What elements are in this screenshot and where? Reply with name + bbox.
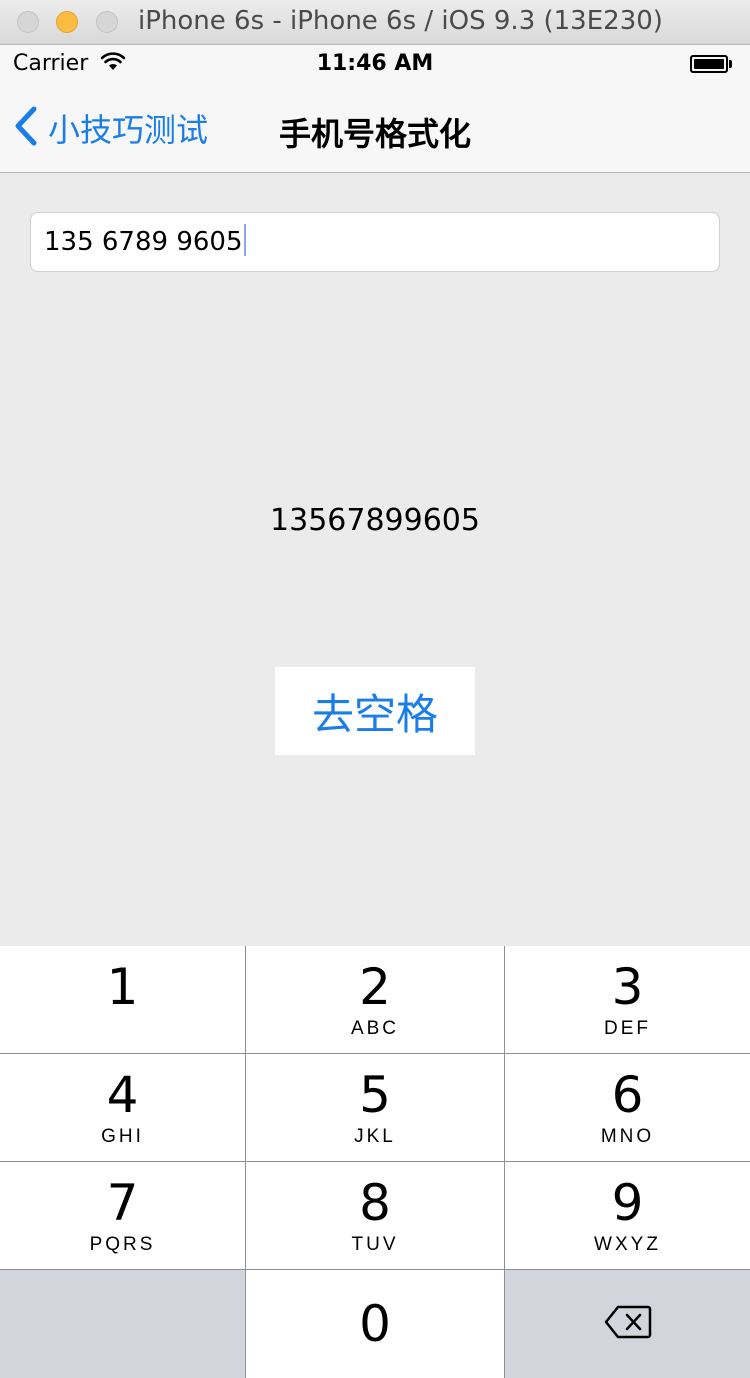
status-bar: Carrier 11:46 AM <box>0 45 750 85</box>
phone-number-field[interactable]: 135 6789 9605 <box>30 212 720 272</box>
key-digit: 0 <box>359 1295 391 1353</box>
number-keypad: 1 2 ABC 3 DEF 4 GHI 5 JKL 6 MNO 7 PQRS 8… <box>0 946 750 1378</box>
key-digit: 3 <box>611 958 644 1016</box>
key-digit: 6 <box>611 1066 644 1124</box>
remove-spaces-button[interactable]: 去空格 <box>275 667 475 755</box>
battery-icon <box>690 55 734 73</box>
window-zoom-button[interactable] <box>96 11 118 33</box>
key-digit: 1 <box>106 958 139 1016</box>
key-digit: 7 <box>106 1174 139 1232</box>
window-minimize-button[interactable] <box>56 11 78 33</box>
key-digit: 5 <box>359 1066 391 1124</box>
phone-number-value: 135 6789 9605 <box>44 227 243 257</box>
key-digit: 2 <box>359 958 391 1016</box>
key-2[interactable]: 2 ABC <box>246 946 504 1053</box>
key-letters: GHI <box>101 1126 144 1147</box>
key-digit: 9 <box>611 1174 644 1232</box>
key-8[interactable]: 8 TUV <box>246 1162 504 1269</box>
key-blank <box>0 1270 245 1378</box>
key-letters: MNO <box>600 1126 655 1147</box>
key-4[interactable]: 4 GHI <box>0 1054 245 1161</box>
page-title: 手机号格式化 <box>278 115 471 153</box>
key-digit: 4 <box>106 1066 139 1124</box>
key-7[interactable]: 7 PQRS <box>0 1162 245 1269</box>
key-letters: DEF <box>604 1018 651 1039</box>
window-close-button[interactable] <box>17 11 39 33</box>
key-letters: ABC <box>350 1018 400 1039</box>
status-time: 11:46 AM <box>316 51 434 76</box>
key-6[interactable]: 6 MNO <box>505 1054 750 1161</box>
formatted-result-label: 13567899605 <box>270 503 480 538</box>
key-1[interactable]: 1 <box>0 946 245 1053</box>
delete-key[interactable] <box>505 1270 750 1378</box>
key-digit: 8 <box>359 1174 391 1232</box>
window-title: iPhone 6s - iPhone 6s / iOS 9.3 (13E230) <box>138 6 663 36</box>
key-letters: JKL <box>354 1126 396 1147</box>
key-letters: WXYZ <box>594 1234 661 1255</box>
key-0[interactable]: 0 <box>246 1270 504 1378</box>
text-cursor <box>243 224 246 256</box>
key-letters: TUV <box>351 1234 399 1255</box>
simulator-title-bar: iPhone 6s - iPhone 6s / iOS 9.3 (13E230) <box>0 0 750 45</box>
key-3[interactable]: 3 DEF <box>505 946 750 1053</box>
key-letters: PQRS <box>89 1234 156 1255</box>
backspace-icon <box>604 1305 652 1343</box>
key-9[interactable]: 9 WXYZ <box>505 1162 750 1269</box>
key-5[interactable]: 5 JKL <box>246 1054 504 1161</box>
navigation-bar: 小技巧测试 手机号格式化 <box>0 85 750 173</box>
